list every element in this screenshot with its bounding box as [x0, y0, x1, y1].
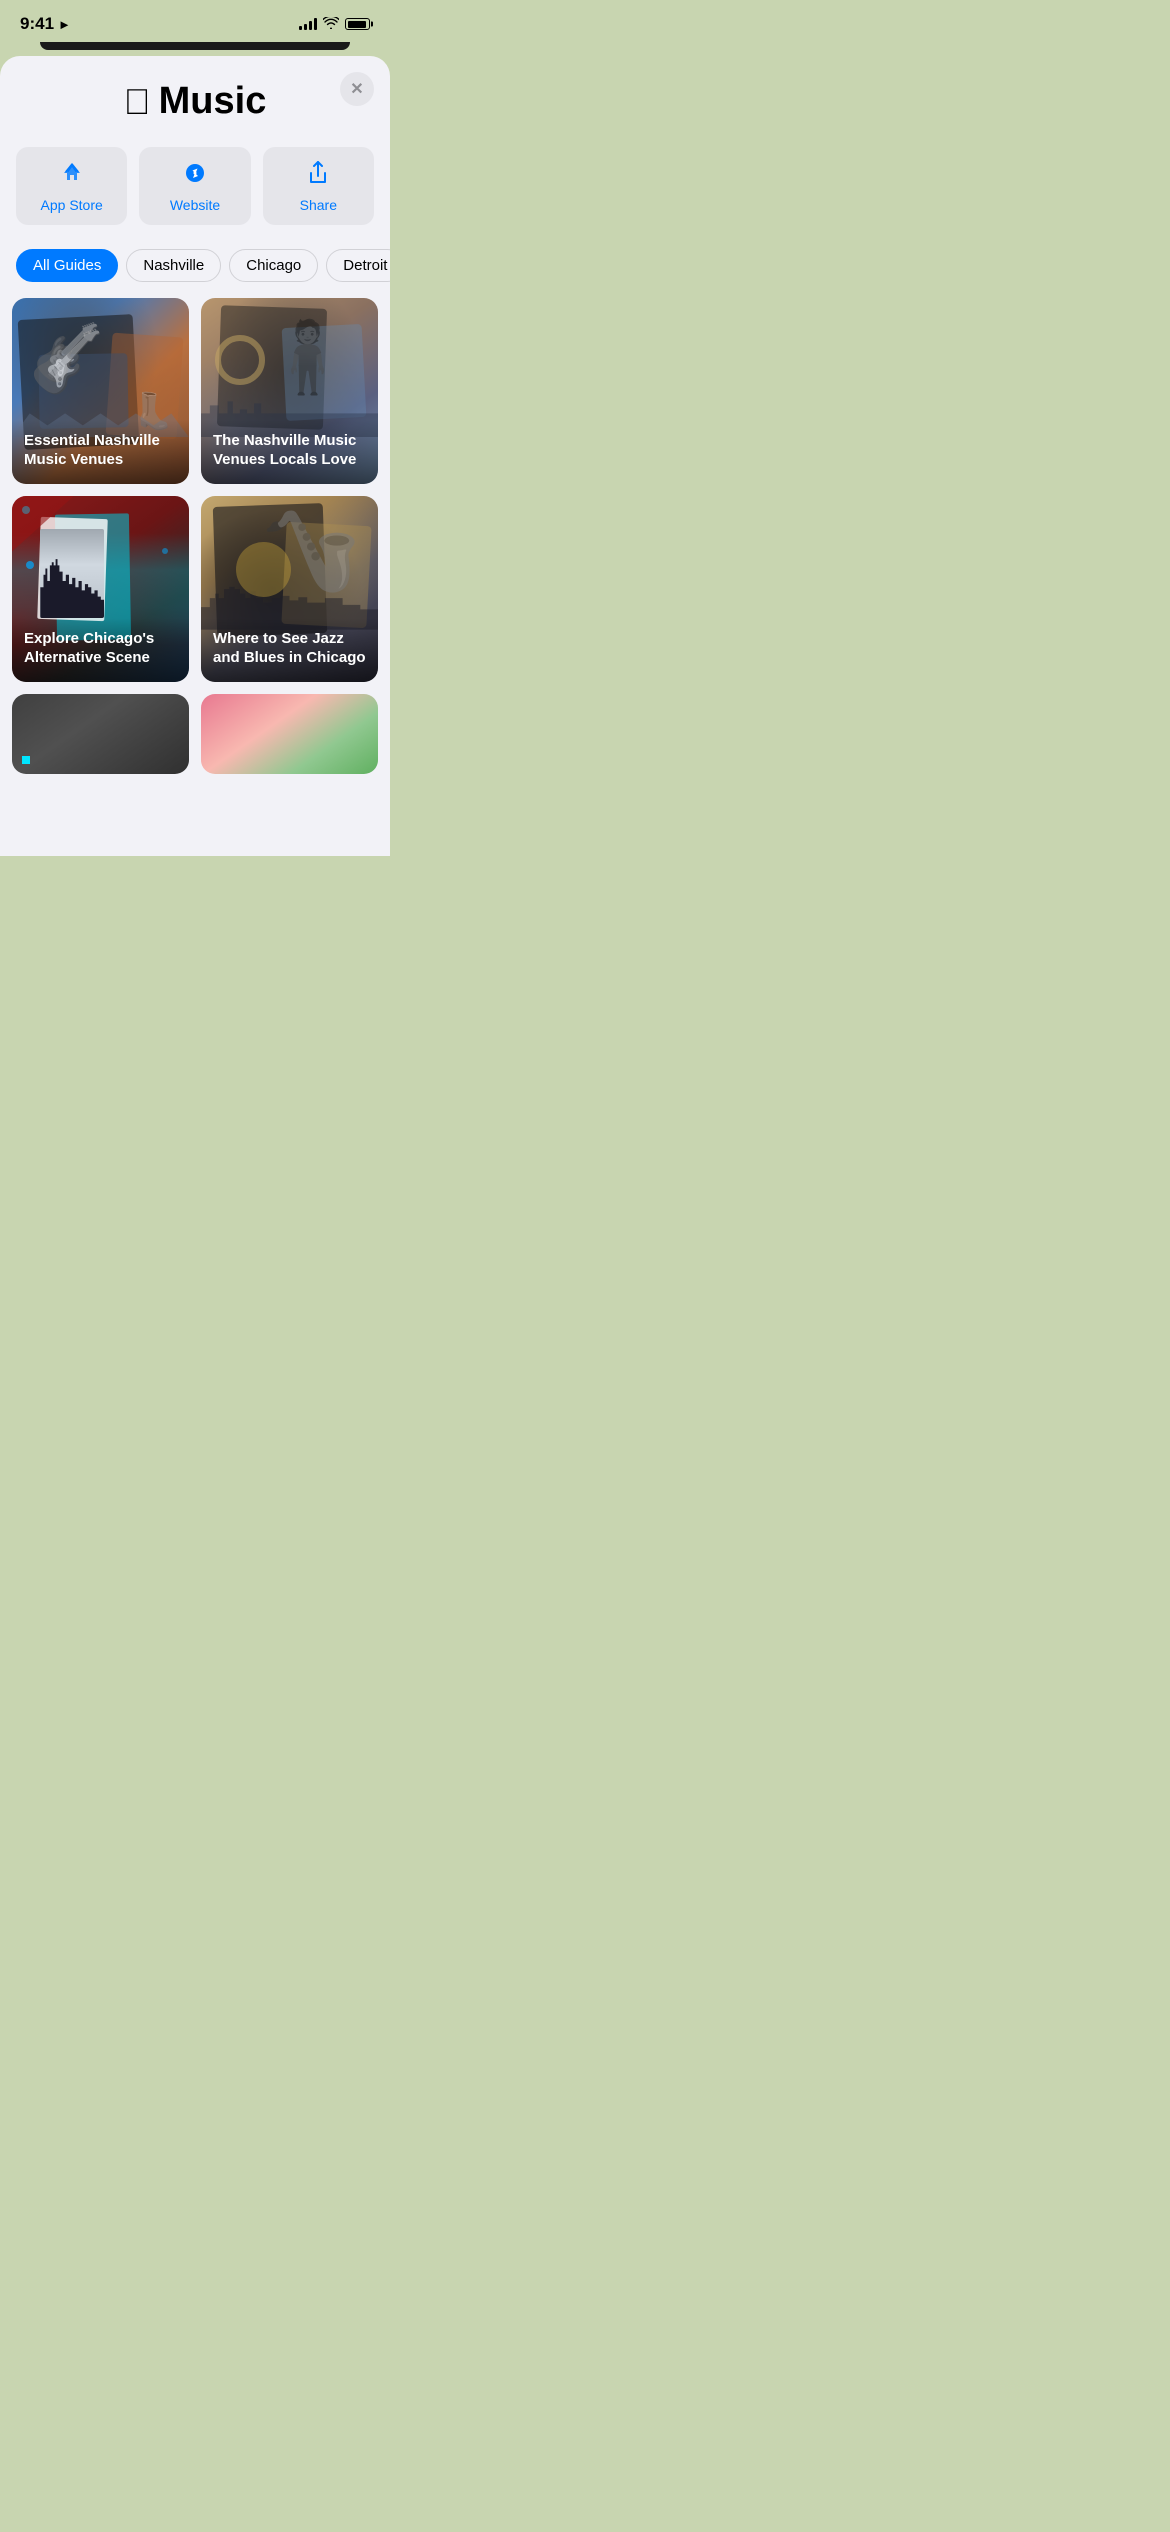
- wifi-icon: [323, 17, 339, 32]
- action-buttons-row: App Store Website Share: [0, 139, 390, 241]
- filter-chicago[interactable]: Chicago: [229, 249, 318, 282]
- card-partial-colorful[interactable]: [201, 694, 378, 774]
- close-button[interactable]: ✕: [340, 72, 374, 106]
- status-icons: [299, 17, 370, 32]
- time-display: 9:41: [20, 14, 54, 34]
- app-title:  Music: [20, 80, 370, 123]
- card-chicago-jazz[interactable]: 🎷 Where to See Jazz and Blues in Chicago: [201, 496, 378, 682]
- apple-logo-icon: : [124, 84, 151, 120]
- cards-grid: 🎸 👢 Essential Nashville Music Venues 🧍: [0, 298, 390, 682]
- filter-detroit[interactable]: Detroit: [326, 249, 390, 282]
- share-icon: [307, 161, 329, 191]
- card-nashville-locals-label: The Nashville Music Venues Locals Love: [201, 420, 378, 484]
- card-chicago-jazz-label: Where to See Jazz and Blues in Chicago: [201, 618, 378, 682]
- share-label: Share: [300, 197, 337, 213]
- sheet-header: ✕  Music: [0, 56, 390, 139]
- partial-dot-icon: [22, 756, 30, 764]
- battery-icon: [345, 18, 370, 30]
- filter-detroit-label: Detroit: [343, 257, 387, 274]
- filter-all-label: All Guides: [33, 257, 101, 274]
- notch: [40, 42, 350, 50]
- share-button[interactable]: Share: [263, 147, 374, 225]
- card-partial-dark[interactable]: [12, 694, 189, 774]
- app-store-label: App Store: [41, 197, 103, 213]
- card-nashville-venues-label: Essential Nashville Music Venues: [12, 420, 189, 484]
- app-store-button[interactable]: App Store: [16, 147, 127, 225]
- card-nashville-locals[interactable]: 🧍 The Nashville Music Venues Locals Love: [201, 298, 378, 484]
- filter-all-guides[interactable]: All Guides: [16, 249, 118, 282]
- card-nashville-venues[interactable]: 🎸 👢 Essential Nashville Music Venues: [12, 298, 189, 484]
- filter-nashville[interactable]: Nashville: [126, 249, 221, 282]
- website-label: Website: [170, 197, 220, 213]
- app-store-icon: [60, 161, 84, 191]
- website-button[interactable]: Website: [139, 147, 250, 225]
- status-time: 9:41 ►: [20, 14, 71, 34]
- filter-nashville-label: Nashville: [143, 257, 204, 274]
- close-icon: ✕: [350, 79, 363, 99]
- status-bar: 9:41 ►: [0, 0, 390, 42]
- app-name-label: Music: [159, 80, 267, 123]
- filter-pills-row: All Guides Nashville Chicago Detroit New…: [0, 241, 390, 298]
- partial-cards-row: [0, 682, 390, 774]
- location-arrow-icon: ►: [58, 17, 71, 32]
- sheet: ✕  Music App Store: [0, 56, 390, 856]
- compass-icon: [183, 161, 207, 191]
- card-chicago-alt[interactable]: Explore Chicago's Alternative Scene: [12, 496, 189, 682]
- card-chicago-alt-label: Explore Chicago's Alternative Scene: [12, 618, 189, 682]
- signal-icon: [299, 18, 317, 30]
- filter-chicago-label: Chicago: [246, 257, 301, 274]
